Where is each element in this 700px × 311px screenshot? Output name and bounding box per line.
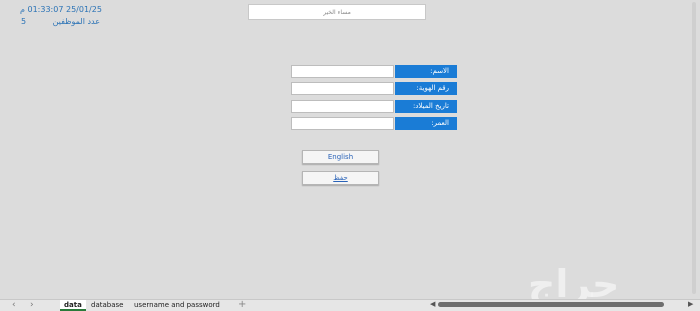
scroll-right-arrow-icon[interactable]: ▶ [688, 300, 693, 308]
english-button[interactable]: English [302, 150, 379, 164]
tab-scroll-left-icon[interactable]: ‹ [12, 300, 16, 310]
birthdate-label: تاريخ الميلاد: [395, 100, 457, 113]
horizontal-scrollbar[interactable] [438, 302, 664, 307]
tab-username-password[interactable]: username and password [130, 300, 224, 311]
employee-count-label: عدد الموظفين [52, 17, 100, 26]
tab-data[interactable]: data [60, 300, 86, 311]
tab-database[interactable]: database [87, 300, 127, 311]
age-label: العمر: [395, 117, 457, 130]
age-input[interactable] [291, 117, 394, 130]
name-label: الاسم: [395, 65, 457, 78]
datetime-text: 25/01/25 01:33:07 م [20, 5, 102, 14]
horizontal-scroll-thumb[interactable] [438, 302, 664, 307]
id-number-input[interactable] [291, 82, 394, 95]
name-input[interactable] [291, 65, 394, 78]
id-number-label: رقم الهوية: [395, 82, 457, 95]
tab-scroll-right-icon[interactable]: › [30, 300, 34, 310]
add-sheet-icon[interactable]: + [238, 300, 246, 310]
vertical-scrollbar[interactable] [692, 2, 696, 294]
scroll-left-arrow-icon[interactable]: ◀ [430, 300, 435, 308]
greeting-box: مساء الخير [248, 4, 426, 20]
save-button[interactable]: حفظ [302, 171, 379, 185]
birthdate-input[interactable] [291, 100, 394, 113]
employee-count-value: 5 [21, 17, 27, 26]
